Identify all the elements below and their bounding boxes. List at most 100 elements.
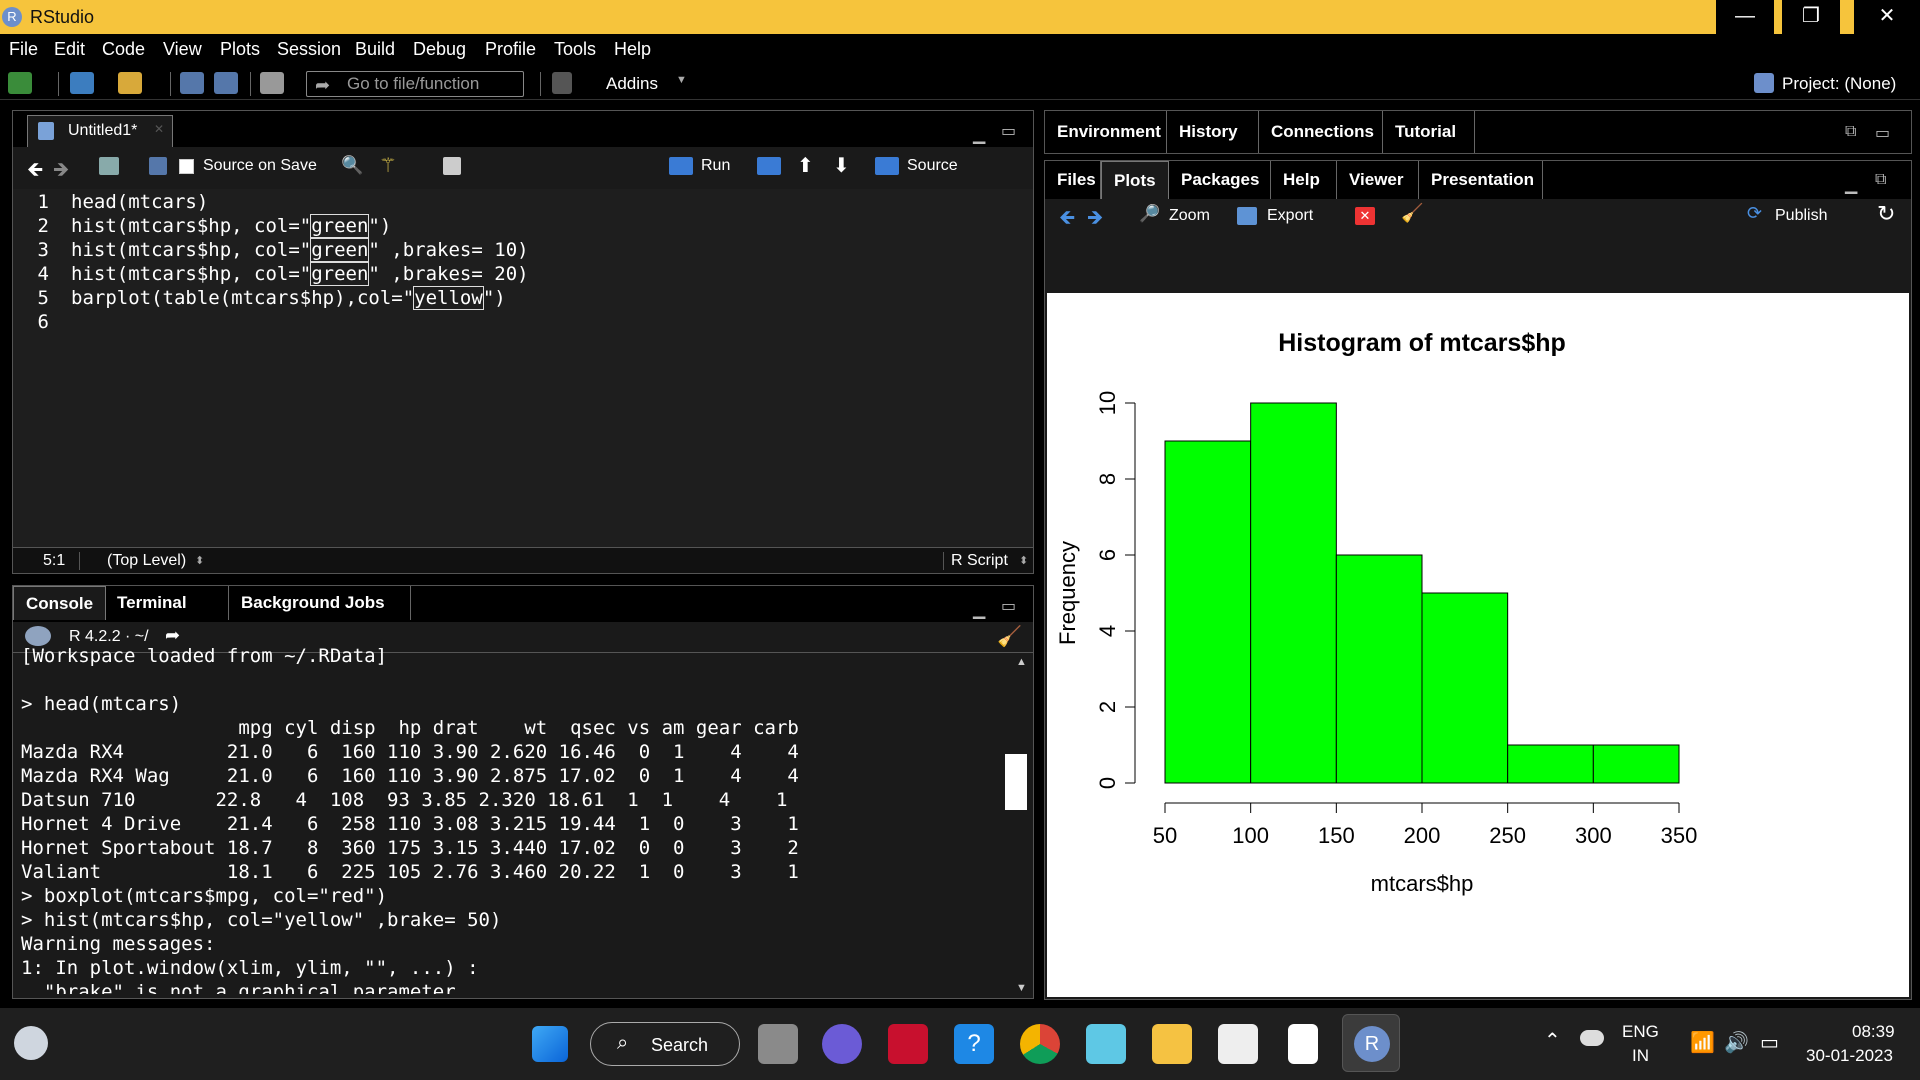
arrow-up-icon[interactable]: ⬆ (797, 153, 814, 178)
source-on-save-checkbox[interactable] (179, 159, 194, 174)
get-help-icon[interactable]: ? (954, 1024, 994, 1064)
restore-pane-icon[interactable]: ⧉ (1875, 171, 1886, 189)
maximize-pane-icon[interactable]: ▭ (1875, 123, 1890, 143)
save-all-icon[interactable] (214, 72, 238, 94)
arrow-down-icon[interactable]: ⬇ (833, 153, 850, 178)
export-button[interactable]: Export (1267, 207, 1313, 225)
maximize-pane-icon[interactable]: ▭ (1001, 596, 1016, 616)
go-to-file-input[interactable]: ➦ Go to file/function (306, 71, 524, 97)
remove-plot-icon[interactable]: ✕ (1355, 207, 1375, 225)
go-to-directory-icon[interactable]: ➦ (165, 625, 180, 646)
teams-chat-icon[interactable] (822, 1024, 862, 1064)
run-button[interactable]: Run (701, 157, 730, 175)
minimize-pane-icon[interactable]: ▁ (973, 125, 985, 145)
tab-connections[interactable]: Connections (1259, 111, 1383, 153)
clock-time[interactable]: 08:39 (1852, 1022, 1895, 1042)
tab-packages[interactable]: Packages (1169, 161, 1271, 199)
code-line[interactable]: 3 hist(mtcars$hp, col="green" ,brakes= 10… (13, 238, 529, 263)
close-button[interactable]: ✕ (1854, 0, 1920, 34)
forward-arrow-icon[interactable]: 🡺 (53, 155, 69, 189)
rerun-icon[interactable] (757, 157, 781, 175)
mcafee-icon[interactable] (888, 1024, 928, 1064)
code-line[interactable]: 4 hist(mtcars$hp, col="green" ,brakes= 20… (13, 262, 529, 287)
file-type-indicator[interactable]: R Script (951, 548, 1008, 574)
new-project-icon[interactable] (70, 72, 94, 94)
rstudio-taskbar-button[interactable]: R (1342, 1014, 1400, 1072)
source-button[interactable]: Source (907, 157, 958, 175)
tab-background-jobs[interactable]: Background Jobs (229, 586, 411, 620)
taskbar-search[interactable]: ⌕ Search (590, 1022, 740, 1066)
code-editor[interactable]: 1 head(mtcars) 2 hist(mtcars$hp, col="green… (13, 189, 1033, 547)
file-explorer-icon[interactable] (1152, 1024, 1192, 1064)
clock-date[interactable]: 30-01-2023 (1806, 1046, 1893, 1066)
menu-edit[interactable]: Edit (54, 39, 85, 60)
menu-build[interactable]: Build (355, 39, 395, 60)
addins-menu[interactable]: Addins (606, 74, 658, 94)
maximize-button[interactable]: ❐ (1782, 0, 1840, 34)
project-menu[interactable]: Project: (None) (1782, 74, 1896, 94)
minimize-button[interactable]: — (1716, 0, 1774, 34)
previous-plot-icon[interactable]: 🡸 (1059, 203, 1075, 237)
microsoft-store-icon[interactable] (1218, 1024, 1258, 1064)
minimize-pane-icon[interactable]: ▁ (973, 600, 985, 620)
search-icon[interactable]: 🔍 (341, 155, 363, 176)
minimize-pane-icon[interactable]: ▁ (1845, 175, 1857, 195)
tab-viewer[interactable]: Viewer (1337, 161, 1419, 199)
battery-icon[interactable]: ▭ (1760, 1030, 1779, 1055)
console-scrollbar[interactable]: ▲ ▼ (1005, 656, 1031, 994)
language-indicator[interactable]: ENG (1622, 1022, 1659, 1042)
tab-help[interactable]: Help (1271, 161, 1337, 199)
menu-help[interactable]: Help (614, 39, 651, 60)
refresh-icon[interactable]: ↻ (1877, 201, 1895, 227)
menu-view[interactable]: View (163, 39, 202, 60)
tab-history[interactable]: History (1167, 111, 1259, 153)
save-icon[interactable] (149, 157, 167, 175)
back-arrow-icon[interactable]: 🡸 (27, 155, 43, 189)
tab-environment[interactable]: Environment (1045, 111, 1167, 153)
weather-icon[interactable] (14, 1026, 48, 1060)
restore-pane-icon[interactable]: ⧉ (1845, 123, 1856, 141)
volume-icon[interactable]: 🔊 (1724, 1030, 1749, 1055)
windows-start-icon[interactable] (532, 1026, 568, 1062)
scrollbar-thumb[interactable] (1005, 754, 1027, 810)
region-indicator[interactable]: IN (1632, 1046, 1649, 1066)
grid-layout-icon[interactable] (552, 72, 572, 94)
code-line[interactable]: 1 head(mtcars) (13, 191, 209, 215)
maximize-pane-icon[interactable]: ▭ (1001, 121, 1016, 141)
open-folder-icon[interactable] (118, 72, 142, 94)
notepad-icon[interactable] (1288, 1024, 1318, 1064)
menu-debug[interactable]: Debug (413, 39, 466, 60)
wifi-icon[interactable]: 📶 (1690, 1030, 1715, 1055)
tab-console[interactable]: Console (13, 586, 107, 620)
menu-plots[interactable]: Plots (220, 39, 260, 60)
zoom-button[interactable]: Zoom (1169, 207, 1210, 225)
onedrive-icon[interactable] (1580, 1030, 1604, 1046)
editor-tab-untitled[interactable]: Untitled1* ✕ (27, 115, 173, 147)
code-line[interactable]: 2 hist(mtcars$hp, col="green") (13, 214, 391, 239)
tab-plots[interactable]: Plots (1101, 161, 1169, 199)
save-icon[interactable] (180, 72, 204, 94)
menu-profile[interactable]: Profile (485, 39, 536, 60)
menu-tools[interactable]: Tools (554, 39, 596, 60)
magic-wand-icon[interactable]: ⚚ (379, 153, 397, 178)
task-view-icon[interactable] (758, 1024, 798, 1064)
menu-session[interactable]: Session (277, 39, 341, 60)
next-plot-icon[interactable]: 🡺 (1087, 203, 1103, 237)
publish-button[interactable]: Publish (1775, 207, 1827, 225)
print-icon[interactable] (260, 72, 284, 94)
chrome-icon[interactable] (1020, 1024, 1060, 1064)
close-tab-icon[interactable]: ✕ (154, 122, 164, 136)
code-line[interactable]: 6 (13, 311, 71, 335)
tab-tutorial[interactable]: Tutorial (1383, 111, 1475, 153)
code-line[interactable]: 5 barplot(table(mtcars$hp),col="yellow") (13, 286, 506, 311)
tab-files[interactable]: Files (1045, 161, 1101, 199)
menu-code[interactable]: Code (102, 39, 145, 60)
menu-file[interactable]: File (9, 39, 38, 60)
chevron-up-icon[interactable]: ⌃ (1544, 1028, 1561, 1053)
tab-presentation[interactable]: Presentation (1419, 161, 1543, 199)
tab-terminal[interactable]: Terminal (105, 586, 229, 620)
new-file-icon[interactable] (8, 72, 32, 94)
console-output[interactable]: [Workspace loaded from ~/.RData] > head(m… (21, 644, 1013, 994)
compile-report-icon[interactable] (443, 157, 461, 175)
show-in-window-icon[interactable] (99, 157, 119, 175)
